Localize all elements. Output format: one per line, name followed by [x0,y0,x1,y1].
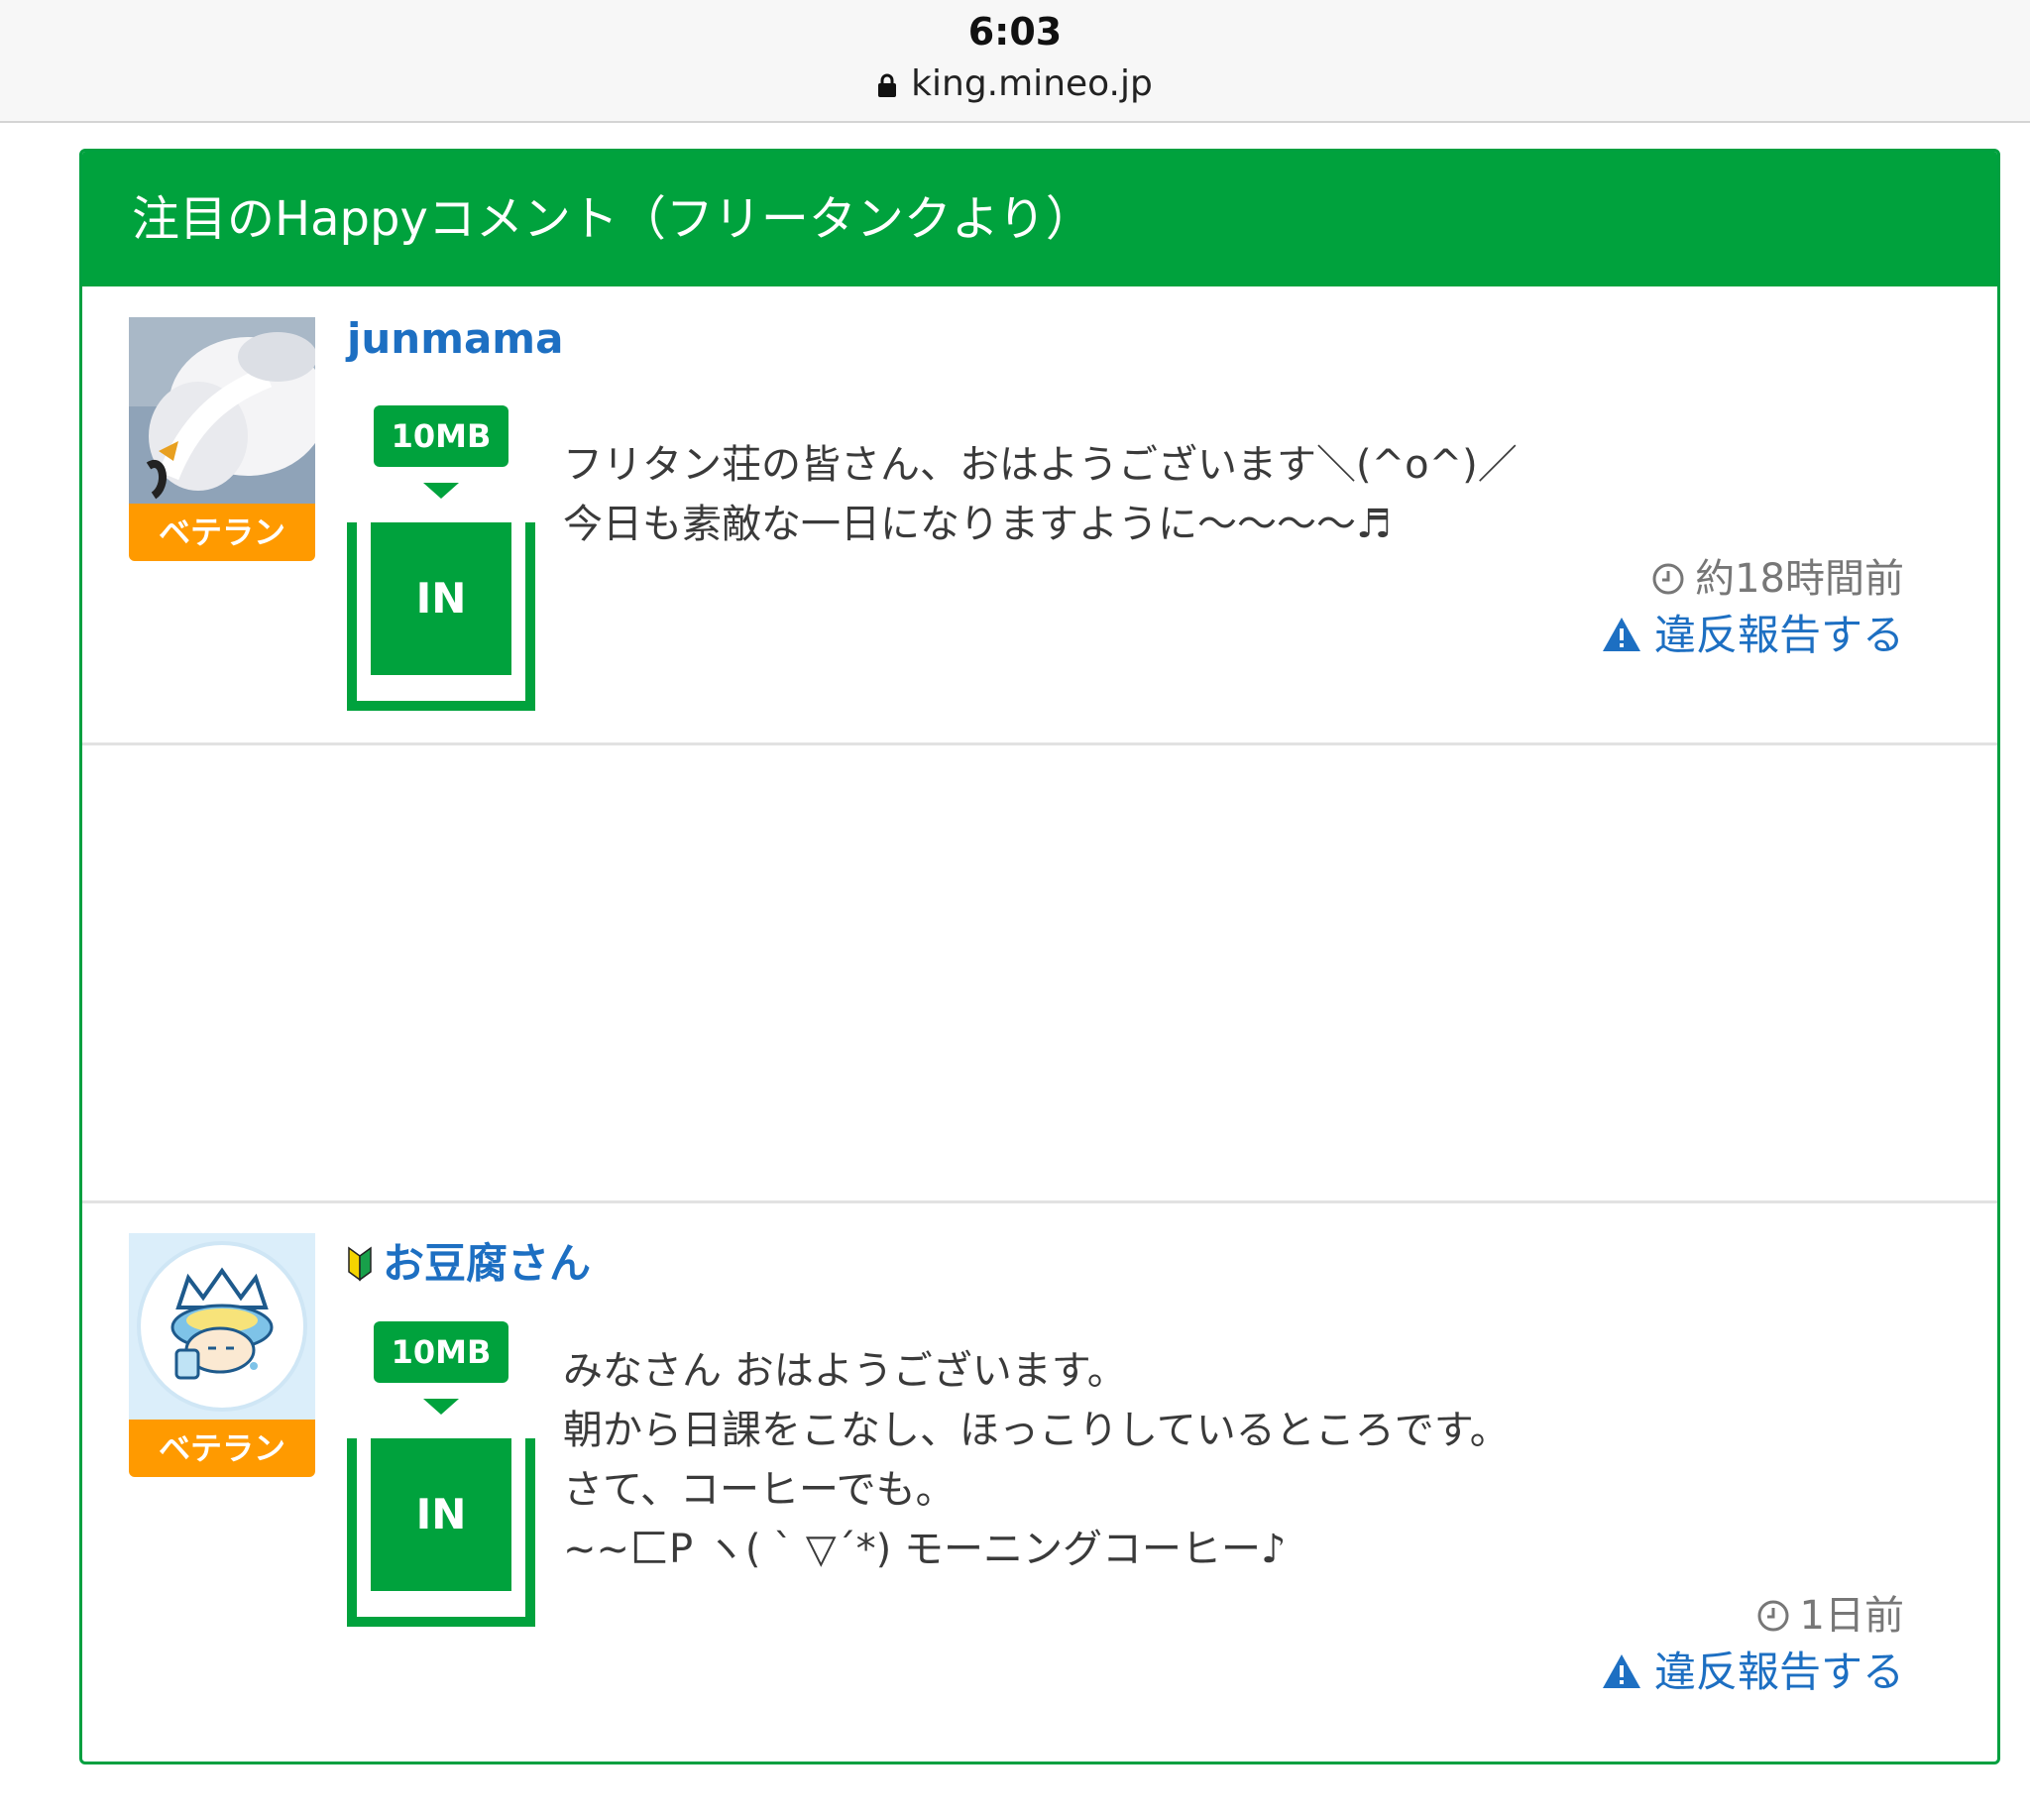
time-text: 約18時間前 [1695,556,1904,602]
url-bar[interactable]: king.mineo.jp [0,63,2030,104]
url-text: king.mineo.jp [911,63,1153,104]
panel-title: 注目のHappyコメント（フリータンクより） [82,152,1997,286]
happy-comments-panel: 注目のHappyコメント（フリータンクより） ベテラン junmama 10MB… [79,149,2000,1764]
onew-character-icon [129,1233,315,1420]
user-avatar[interactable] [129,1233,315,1420]
username-text: お豆腐さん [383,1239,592,1288]
user-avatar[interactable] [129,317,315,504]
divider [82,742,1997,745]
status-time: 6:03 [967,10,1063,54]
comment-item: ベテラン お豆腐さん 10MB IN みなさん おはようございます。 朝から日課… [82,1202,1997,1762]
report-text: 違反報告する [1653,1648,1904,1696]
lock-icon [878,73,897,97]
tank-in-icon: IN [347,1438,535,1627]
warning-icon [1602,618,1640,651]
clock-icon [1652,563,1684,595]
report-link[interactable]: 違反報告する [1601,602,1904,662]
report-text: 違反報告する [1653,611,1904,659]
mb-amount-badge: 10MB [374,405,508,467]
mb-amount-badge: 10MB [374,1321,508,1383]
clock-icon [1757,1600,1789,1632]
time-text: 1日前 [1799,1593,1904,1639]
rank-badge: ベテラン [129,1420,315,1477]
in-label: IN [371,522,511,675]
beginner-mark-icon [348,1246,372,1282]
comment-time: 約18時間前 [1651,546,1904,604]
rank-badge: ベテラン [129,504,315,561]
username-link[interactable]: junmama [347,314,563,363]
comment-text: みなさん おはようございます。 朝から日課をこなし、ほっこりしているところです。… [563,1348,1510,1572]
comment-time: 1日前 [1756,1583,1904,1641]
down-arrow-icon [423,483,459,499]
in-label: IN [371,1438,511,1591]
comment-text: フリタン荘の皆さん、おはようございます＼(^o^)／ 今日も素敵な一日になります… [563,442,1518,547]
report-link[interactable]: 違反報告する [1601,1639,1904,1699]
browser-status-bar: 6:03 king.mineo.jp [0,0,2030,123]
down-arrow-icon [423,1399,459,1415]
comment-item: ベテラン junmama 10MB IN フリタン荘の皆さん、おはようございます… [82,286,1997,893]
warning-icon [1602,1654,1640,1688]
swan-photo-icon [129,317,315,504]
tank-in-icon: IN [347,522,535,711]
username-link[interactable]: お豆腐さん [347,1230,591,1291]
